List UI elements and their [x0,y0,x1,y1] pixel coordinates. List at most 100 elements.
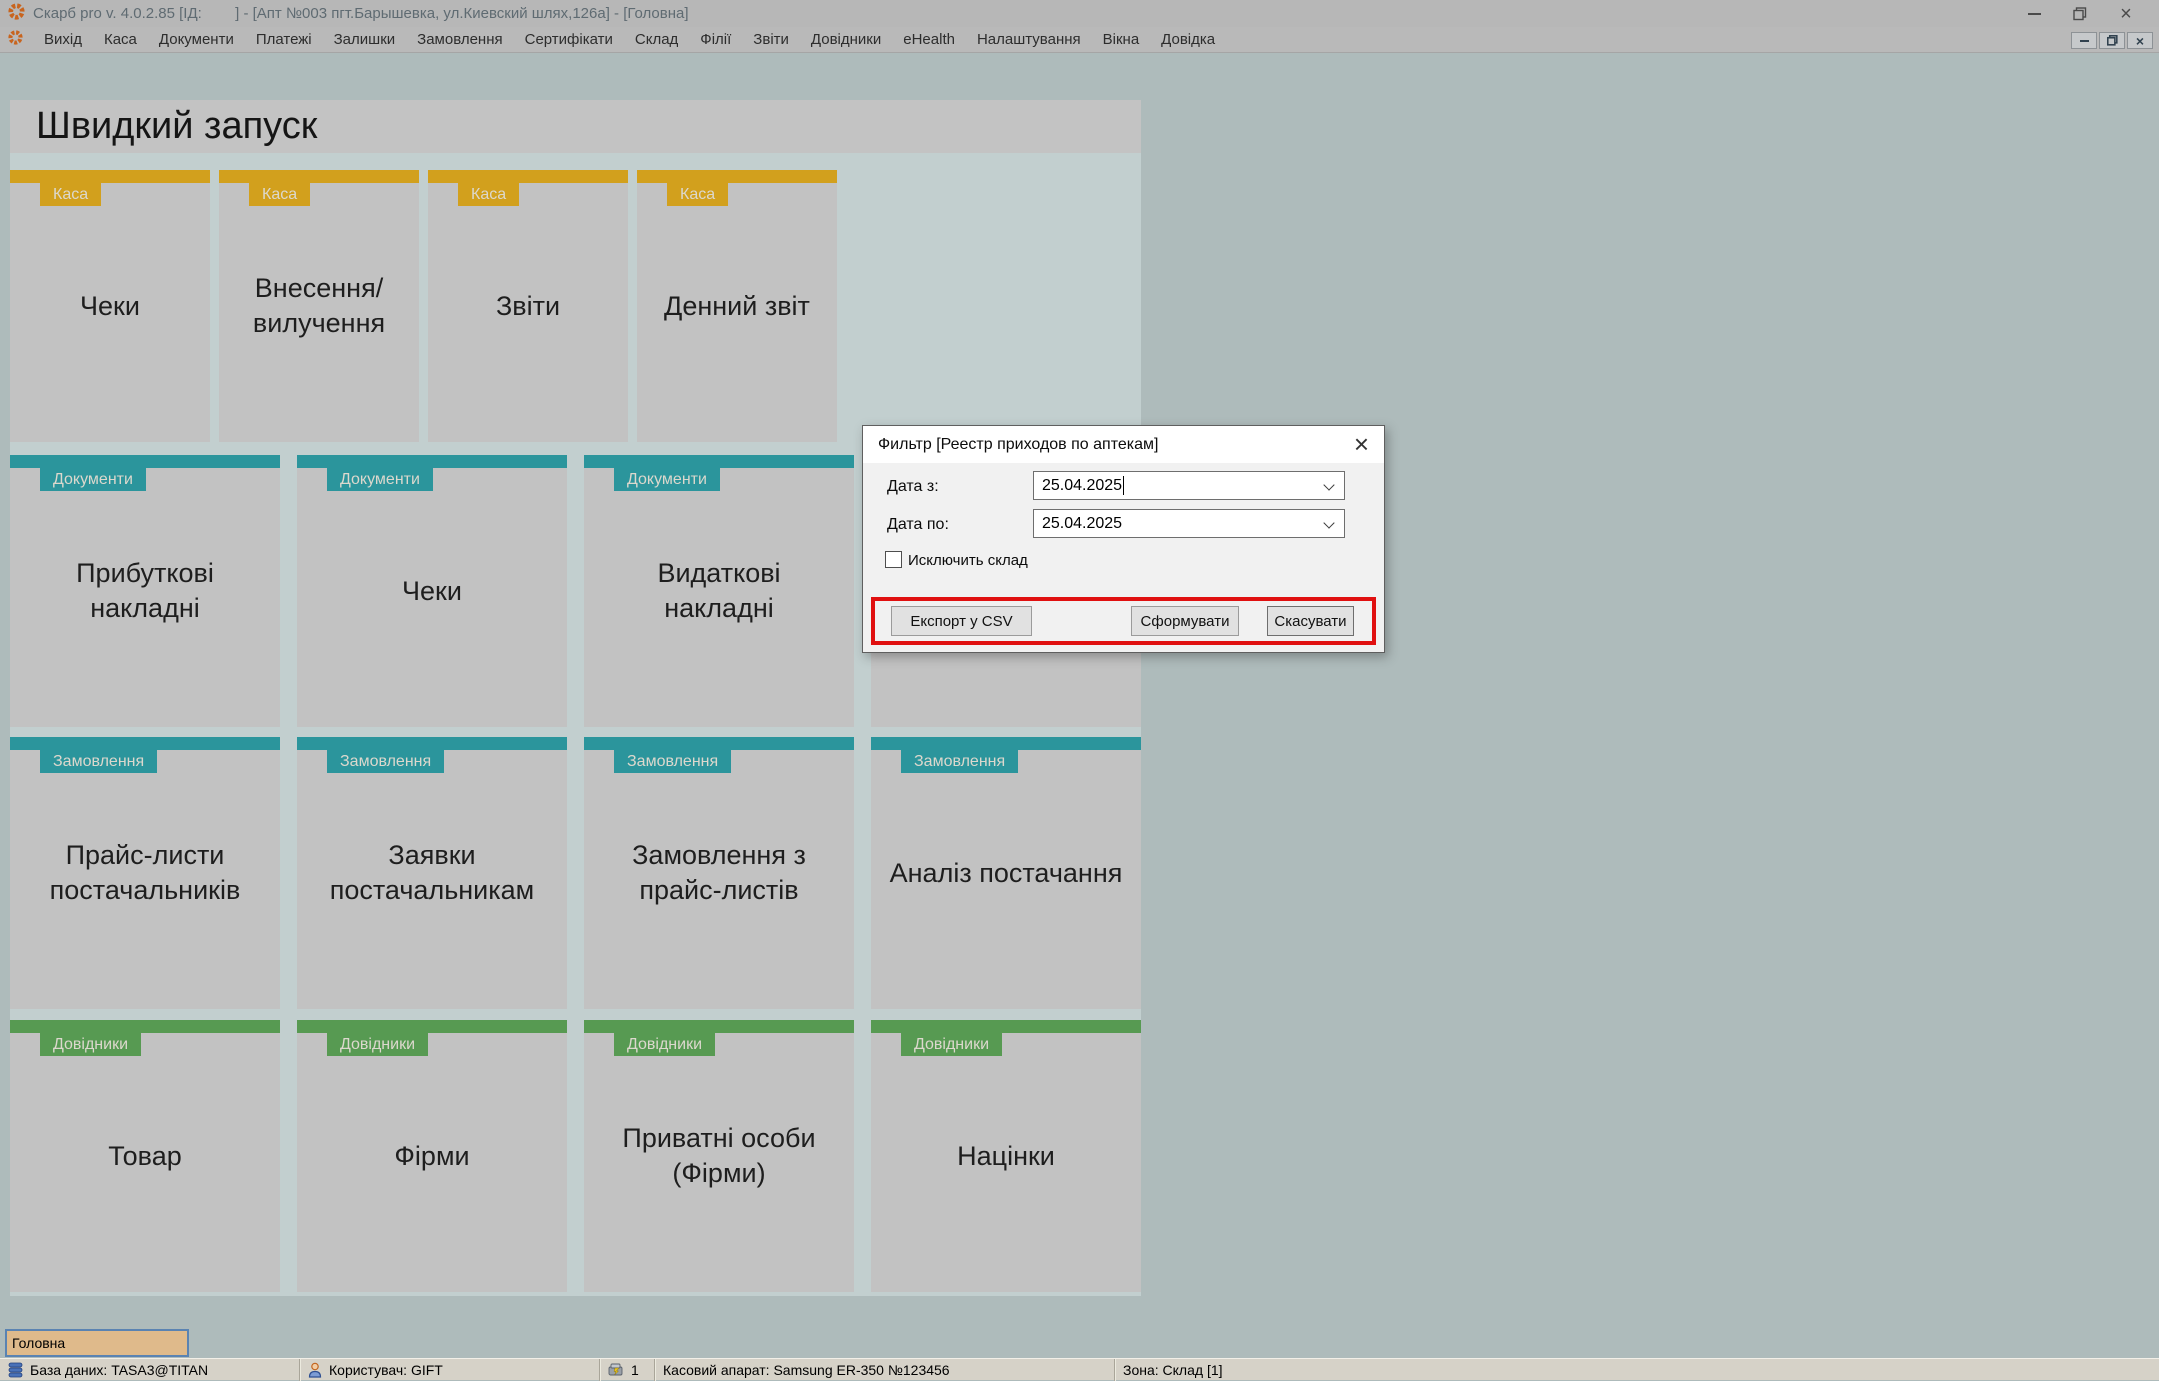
mdi-restore-icon [2106,35,2118,46]
status-database-text: База даних: TASA3@TITAN [30,1361,209,1378]
tile-firms[interactable]: Довідники Фірми [297,1020,567,1292]
cancel-button[interactable]: Скасувати [1267,606,1354,636]
date-from-label: Дата з: [887,478,939,495]
date-to-value: 25.04.2025 [1042,514,1123,532]
exclude-warehouse-checkbox[interactable] [885,551,902,568]
tile-label: Заявки постачальникам [329,840,535,905]
tile-label: Чеки [402,575,462,606]
tile-outgoing-invoices[interactable]: Документи Видаткові накладні [584,455,854,727]
status-register-count-text: 1 [631,1361,639,1378]
window-titlebar: Скарб pro v. 4.0.2.85 [ІД: ] - [Апт №003… [0,0,2159,27]
tile-label: Видаткові накладні [657,558,781,623]
user-icon [308,1362,322,1378]
window-title: Скарб pro v. 4.0.2.85 [ІД: ] - [Апт №003… [33,5,689,22]
tile-label: Прайс-листи постачальників [49,840,241,905]
tile-checks[interactable]: Каса Чеки [10,170,210,442]
export-csv-button[interactable]: Експорт у CSV [891,606,1032,636]
status-bar: База даних: TASA3@TITAN Користувач: GIFT… [0,1358,2159,1381]
mdi-minimize-button[interactable] [2071,32,2097,49]
text-caret [1123,476,1125,495]
menu-item-reports[interactable]: Звіти [742,27,800,53]
tile-label: Звіти [495,290,561,321]
tile-supply-analysis[interactable]: Замовлення Аналіз постачання [871,737,1141,1009]
tile-row-orders: Замовлення Прайс-листи постачальників За… [10,737,1141,1009]
app-logo-icon [8,2,25,25]
close-icon: × [1353,429,1370,459]
child-window-logo-icon[interactable] [8,29,23,50]
tile-label: Націнки [957,1140,1055,1171]
filter-dialog-titlebar: Фильтр [Реестр приходов по аптекам] [863,426,1384,463]
menu-item-windows[interactable]: Вікна [1092,27,1151,53]
tile-row-directories: Довідники Товар Довідники Фірми Довідник… [10,1020,1141,1292]
menu-item-help[interactable]: Довідка [1150,27,1226,53]
mdi-close-button[interactable]: × [2127,32,2153,49]
tile-label: Приватні особи (Фірми) [622,1123,816,1188]
date-from-value: 25.04.2025 [1042,476,1123,494]
menu-item-orders[interactable]: Замовлення [406,27,513,53]
tile-orders-from-pricelists[interactable]: Замовлення Замовлення з прайс-листів [584,737,854,1009]
menu-item-exit[interactable]: Вихід [33,27,93,53]
tile-daily-report[interactable]: Каса Денний звіт [637,170,837,442]
status-user: Користувач: GIFT [300,1358,600,1381]
tile-markups[interactable]: Довідники Націнки [871,1020,1141,1292]
chevron-down-icon [1323,479,1335,491]
tile-kasa-reports[interactable]: Каса Звіти [428,170,628,442]
menu-item-settings[interactable]: Налаштування [966,27,1092,53]
tile-supplier-requests[interactable]: Замовлення Заявки постачальникам [297,737,567,1009]
database-icon [8,1362,23,1378]
restore-button[interactable] [2057,0,2103,27]
mdi-window-controls: × [2071,32,2153,49]
menu-item-ehealth[interactable]: eHealth [892,27,966,53]
status-cash-register-text: Касовий апарат: Samsung ER-350 №123456 [663,1361,950,1378]
date-from-combobox[interactable]: 25.04.2025 [1033,471,1345,500]
minimize-button[interactable] [2011,0,2057,27]
generate-button[interactable]: Сформувати [1131,606,1239,636]
menu-bar: Вихід Каса Документи Платежі Залишки Зам… [0,27,2159,53]
tile-label: Аналіз постачання [889,857,1123,888]
menu-item-directories[interactable]: Довідники [800,27,892,53]
filter-dialog: Фильтр [Реестр приходов по аптекам] × Да… [862,425,1385,653]
menu-item-stock-balances[interactable]: Залишки [323,27,407,53]
tile-private-persons[interactable]: Довідники Приватні особи (Фірми) [584,1020,854,1292]
menu-item-kasa[interactable]: Каса [93,27,148,53]
menu-item-warehouse[interactable]: Склад [624,27,689,53]
status-user-text: Користувач: GIFT [329,1361,443,1378]
tile-label: Товар [108,1140,182,1171]
tile-cash-in-out[interactable]: Каса Внесення/вилучення [219,170,419,442]
menu-item-documents[interactable]: Документи [148,27,245,53]
tile-label: Внесення/вилучення [252,273,386,338]
quick-launch-title: Швидкий запуск [36,105,318,147]
mdi-restore-button[interactable] [2099,32,2125,49]
tile-label: Фірми [394,1140,470,1171]
tile-label: Чеки [80,290,140,321]
quick-launch-header: Швидкий запуск [10,100,1141,153]
chevron-down-icon [1323,517,1335,529]
menu-item-certificates[interactable]: Сертифікати [514,27,624,53]
tile-incoming-invoices[interactable]: Документи Прибуткові накладні [10,455,280,727]
status-zone: Зона: Склад [1] [1115,1359,2159,1381]
tab-main[interactable]: Головна [5,1329,189,1357]
tile-label: Денний звіт [664,290,810,321]
close-button[interactable]: × [2103,0,2149,27]
filter-dialog-title: Фильтр [Реестр приходов по аптекам] [878,435,1159,453]
tile-doc-checks[interactable]: Документи Чеки [297,455,567,727]
exclude-warehouse-label: Исключить склад [908,552,1028,569]
mdi-close-icon: × [2135,32,2145,49]
restore-icon [2073,6,2087,20]
tile-label: Прибуткові накладні [76,558,214,623]
status-cash-register: Касовий апарат: Samsung ER-350 №123456 [655,1358,1115,1381]
status-database: База даних: TASA3@TITAN [0,1358,300,1381]
quick-launch-panel: Швидкий запуск Каса Чеки Каса Внесення/в… [10,100,1141,1296]
menu-item-payments[interactable]: Платежі [245,27,323,53]
tile-goods[interactable]: Довідники Товар [10,1020,280,1292]
menu-item-branches[interactable]: Філії [689,27,742,53]
date-to-combobox[interactable]: 25.04.2025 [1033,509,1345,538]
date-to-label: Дата по: [887,516,949,533]
tile-supplier-pricelists[interactable]: Замовлення Прайс-листи постачальників [10,737,280,1009]
status-register-count: 1 [600,1358,655,1381]
status-zone-text: Зона: Склад [1] [1123,1361,1223,1378]
cash-register-icon [608,1362,624,1377]
close-icon: × [2120,2,2132,25]
tile-label: Замовлення з прайс-листів [632,840,806,905]
filter-dialog-close-button[interactable]: × [1339,426,1384,463]
